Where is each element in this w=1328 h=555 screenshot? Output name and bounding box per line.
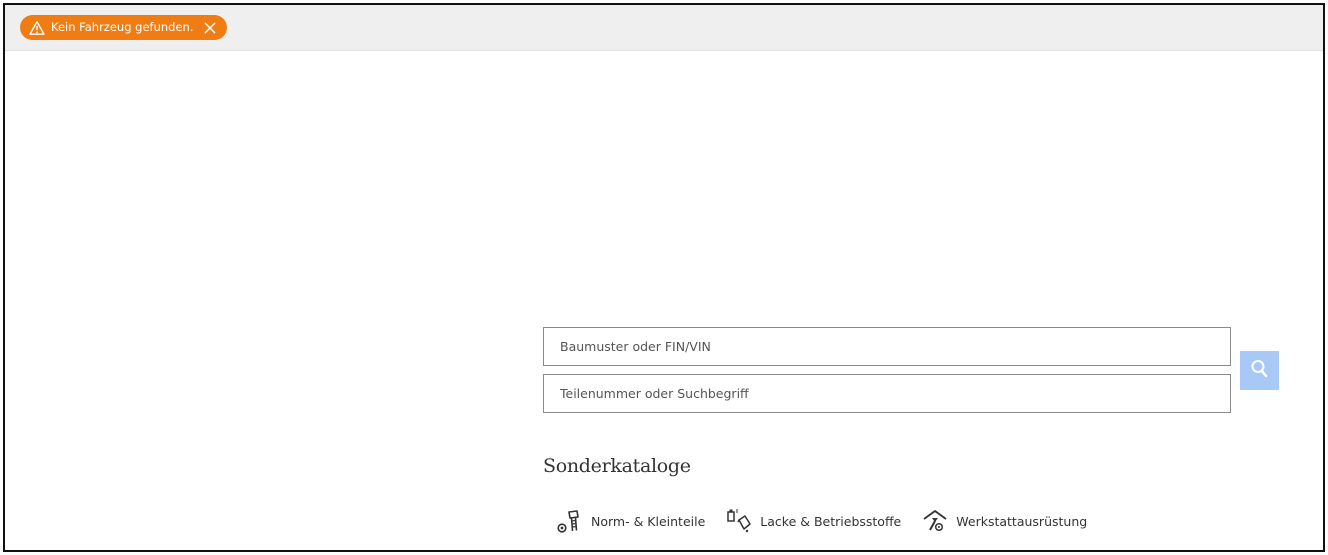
vehicle-search-input[interactable] bbox=[543, 327, 1231, 366]
close-icon[interactable] bbox=[203, 21, 217, 35]
search-form bbox=[543, 327, 1231, 413]
workshop-tools-icon bbox=[921, 508, 949, 534]
catalog-link-label: Lacke & Betriebsstoffe bbox=[760, 513, 902, 529]
paint-can-icon bbox=[725, 508, 753, 534]
search-icon bbox=[1249, 358, 1271, 383]
screw-bolt-icon bbox=[556, 508, 584, 534]
warning-triangle-icon bbox=[29, 20, 45, 36]
catalog-link-norm-kleinteile[interactable]: Norm- & Kleinteile bbox=[556, 508, 705, 534]
no-vehicle-alert: Kein Fahrzeug gefunden. bbox=[20, 15, 228, 40]
catalog-link-werkstattausruestung[interactable]: Werkstattausrüstung bbox=[921, 508, 1087, 534]
special-catalogs-list: Norm- & Kleinteile Lacke & Betriebsstoff… bbox=[556, 508, 1107, 534]
catalog-link-lacke-betriebsstoffe[interactable]: Lacke & Betriebsstoffe bbox=[725, 508, 901, 534]
alert-text: Kein Fahrzeug gefunden. bbox=[51, 19, 194, 34]
catalog-link-label: Norm- & Kleinteile bbox=[591, 513, 706, 529]
special-catalogs-heading: Sonderkataloge bbox=[543, 455, 691, 477]
top-bar: Kein Fahrzeug gefunden. bbox=[5, 5, 1323, 51]
part-search-input[interactable] bbox=[543, 374, 1231, 413]
catalog-link-label: Werkstattausrüstung bbox=[956, 513, 1088, 529]
search-button[interactable] bbox=[1240, 351, 1279, 390]
